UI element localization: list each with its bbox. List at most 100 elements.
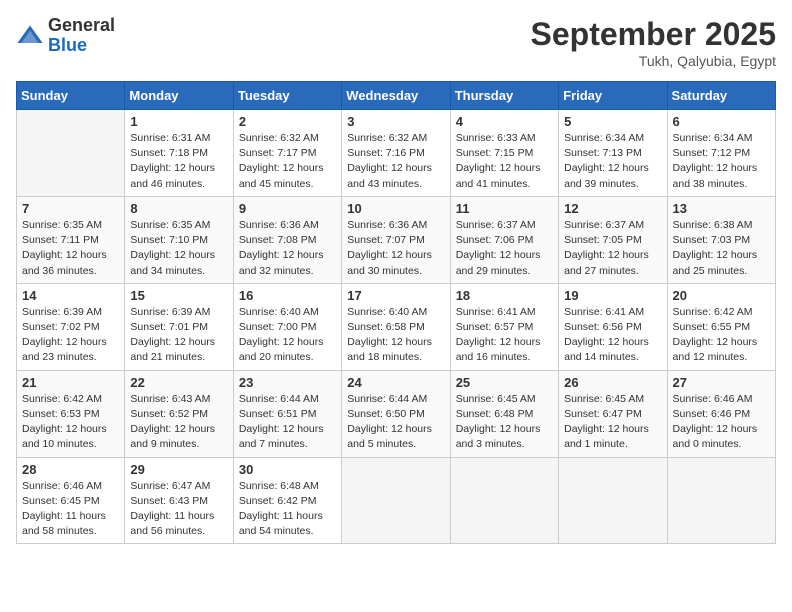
day-info: Sunrise: 6:42 AM Sunset: 6:53 PM Daylight:… [22,392,119,453]
calendar-header-row: SundayMondayTuesdayWednesdayThursdayFrid… [17,82,776,110]
calendar-day-5: 5Sunrise: 6:34 AMSunset: 7:13 PMDaylight… [559,110,667,197]
calendar-week-row: 1Sunrise: 6:31 AMSunset: 7:18 PMDaylight… [17,110,776,197]
day-info-line: Daylight: 12 hours and 45 minutes. [239,162,324,189]
day-info-line: Daylight: 12 hours and 34 minutes. [130,249,215,276]
day-info-line: Sunset: 7:06 PM [456,234,534,246]
calendar-week-row: 7 Sunrise: 6:35 AM Sunset: 7:11 PM Daylight… [17,196,776,283]
day-info-line: Sunset: 6:58 PM [347,321,425,333]
day-info-line: Sunset: 6:43 PM [130,495,208,507]
day-number: 21 [22,375,119,390]
calendar-day-1: 1Sunrise: 6:31 AMSunset: 7:18 PMDaylight… [125,110,233,197]
empty-day [559,457,667,544]
day-number: 11 [456,201,553,216]
day-info-line: Sunrise: 6:45 AM [456,393,536,405]
day-info-line: Sunset: 7:13 PM [564,147,642,159]
empty-day [450,457,558,544]
day-info: Sunrise: 6:37 AMSunset: 7:06 PMDaylight:… [456,218,553,279]
day-info-line: Sunset: 6:56 PM [564,321,642,333]
day-number: 17 [347,288,444,303]
day-info-line: Daylight: 12 hours and 36 minutes. [22,249,107,276]
day-info: Sunrise: 6:46 AM Sunset: 6:46 PM Daylight:… [673,392,770,453]
day-header-sunday: Sunday [17,82,125,110]
day-info-line: Sunset: 6:53 PM [22,408,100,420]
day-info-line: Sunrise: 6:34 AM [673,132,753,144]
day-info-line: Sunrise: 6:39 AM [22,306,102,318]
day-info-line: Daylight: 12 hours and 1 minute. [564,423,649,450]
logo-general-text: General Blue [48,16,115,56]
day-info-line: Sunset: 6:50 PM [347,408,425,420]
day-info-line: Sunrise: 6:46 AM [673,393,753,405]
day-info-line: Sunrise: 6:36 AM [347,219,427,231]
day-info: Sunrise: 6:40 AM Sunset: 7:00 PM Daylight:… [239,305,336,366]
day-number: 9 [239,201,336,216]
day-info: Sunrise: 6:36 AMSunset: 7:07 PMDaylight:… [347,218,444,279]
calendar-day-23: 23Sunrise: 6:44 AMSunset: 6:51 PMDayligh… [233,370,341,457]
day-header-monday: Monday [125,82,233,110]
day-info-line: Sunrise: 6:35 AM [22,219,102,231]
calendar-week-row: 14Sunrise: 6:39 AMSunset: 7:02 PMDayligh… [17,283,776,370]
calendar-day-29: 29 Sunrise: 6:47 AMSunset: 6:43 PMDayligh… [125,457,233,544]
day-info-line: Sunset: 6:42 PM [239,495,317,507]
calendar-day-12: 12Sunrise: 6:37 AMSunset: 7:05 PMDayligh… [559,196,667,283]
calendar-day-15: 15 Sunrise: 6:39 AMSunset: 7:01 PMDayligh… [125,283,233,370]
day-info-line: Sunset: 7:03 PM [673,234,751,246]
day-info: Sunrise: 6:44 AMSunset: 6:50 PMDaylight:… [347,392,444,453]
day-info: Sunrise: 6:47 AMSunset: 6:43 PMDaylight:… [130,479,227,540]
day-number: 20 [673,288,770,303]
day-info-line: Sunset: 6:46 PM [673,408,751,420]
day-info: Sunrise: 6:36 AMSunset: 7:08 PMDaylight:… [239,218,336,279]
day-info-line: Sunrise: 6:45 AM [564,393,644,405]
day-info-line: Sunset: 7:10 PM [130,234,208,246]
day-number: 8 [130,201,227,216]
day-info-line: Sunrise: 6:37 AM [564,219,644,231]
day-info-line: Sunset: 7:15 PM [456,147,534,159]
month-title: September 2025 [531,16,776,53]
day-info-line: Daylight: 12 hours and 39 minutes. [564,162,649,189]
day-info-line: Sunrise: 6:48 AM [239,480,319,492]
day-info: Sunrise: 6:39 AMSunset: 7:01 PMDaylight:… [130,305,227,366]
day-info-line: Sunset: 7:00 PM [239,321,317,333]
calendar-day-25: 25Sunrise: 6:45 AMSunset: 6:48 PMDayligh… [450,370,558,457]
day-info-line: Sunset: 7:05 PM [564,234,642,246]
day-info: Sunrise: 6:32 AMSunset: 7:17 PMDaylight:… [239,131,336,192]
calendar-week-row: 21 Sunrise: 6:42 AM Sunset: 6:53 PM Dayligh… [17,370,776,457]
day-info-line: Daylight: 12 hours and 46 minutes. [130,162,215,189]
calendar-day-6: 6Sunrise: 6:34 AMSunset: 7:12 PMDaylight… [667,110,775,197]
empty-day [342,457,450,544]
day-number: 7 [22,201,119,216]
day-info: Sunrise: 6:44 AMSunset: 6:51 PMDaylight:… [239,392,336,453]
day-info-line: Sunset: 7:07 PM [347,234,425,246]
day-number: 29 [130,462,227,477]
day-info-line: Sunrise: 6:35 AM [130,219,210,231]
day-info-line: Sunrise: 6:42 AM [22,393,102,405]
day-info-line: Daylight: 12 hours and 20 minutes. [239,336,324,363]
day-info: Sunrise: 6:40 AMSunset: 6:58 PMDaylight:… [347,305,444,366]
calendar-day-11: 11 Sunrise: 6:37 AMSunset: 7:06 PMDayligh… [450,196,558,283]
day-number: 26 [564,375,661,390]
calendar-day-16: 16Sunrise: 6:40 AMSunset: 7:00 PMDayligh… [233,283,341,370]
calendar-day-2: 2Sunrise: 6:32 AMSunset: 7:17 PMDaylight… [233,110,341,197]
day-info-line: Daylight: 12 hours and 0 minutes. [673,423,758,450]
day-info: Sunrise: 6:48 AMSunset: 6:42 PMDaylight:… [239,479,336,540]
day-info-line: Sunset: 6:57 PM [456,321,534,333]
day-number: 14 [22,288,119,303]
day-info: Sunrise: 6:46 AMSunset: 6:45 PMDaylight:… [22,479,119,540]
day-info: Sunrise: 6:33 AM Sunset: 7:15 PM Daylight:… [456,131,553,192]
day-info: Sunrise: 6:35 AM Sunset: 7:10 PM Daylight:… [130,218,227,279]
logo: General Blue [16,16,115,56]
day-info-line: Sunset: 7:01 PM [130,321,208,333]
day-info-line: Daylight: 12 hours and 10 minutes. [22,423,107,450]
day-info-line: Sunset: 6:51 PM [239,408,317,420]
day-info-line: Sunrise: 6:40 AM [239,306,319,318]
day-number: 15 [130,288,227,303]
calendar-day-14: 14Sunrise: 6:39 AMSunset: 7:02 PMDayligh… [17,283,125,370]
day-number: 30 [239,462,336,477]
day-number: 4 [456,114,553,129]
calendar-day-9: 9 Sunrise: 6:36 AMSunset: 7:08 PMDaylight… [233,196,341,283]
day-info-line: Sunrise: 6:33 AM [456,132,536,144]
day-info-line: Daylight: 12 hours and 3 minutes. [456,423,541,450]
day-number: 10 [347,201,444,216]
day-info-line: Daylight: 12 hours and 41 minutes. [456,162,541,189]
day-info-line: Sunset: 7:11 PM [22,234,99,246]
calendar-day-27: 27Sunrise: 6:46 AMSunset: 6:46 PMDayligh… [667,370,775,457]
